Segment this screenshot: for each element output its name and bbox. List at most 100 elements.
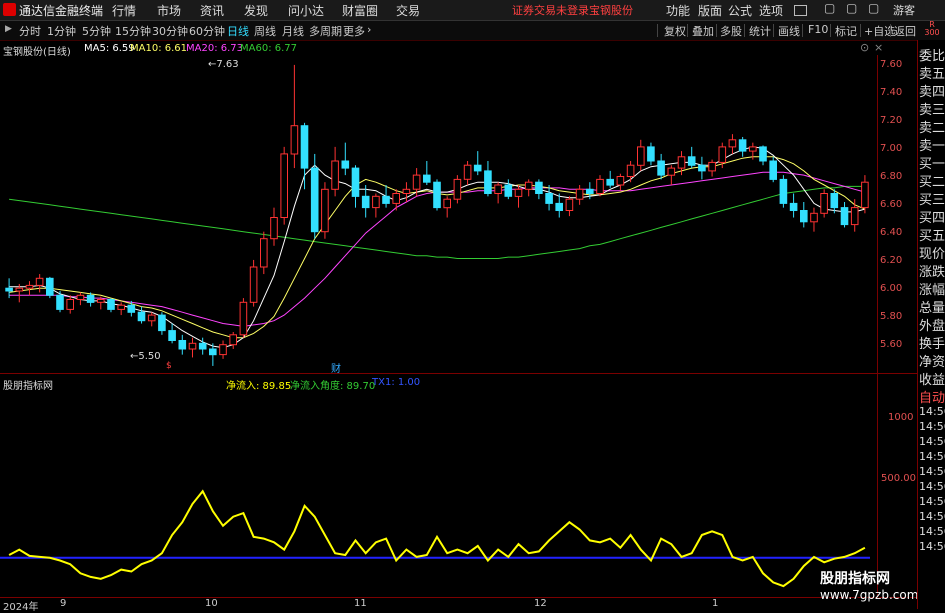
period-more[interactable]: 更多 — [343, 23, 365, 39]
candle[interactable] — [494, 182, 502, 204]
period-60min[interactable]: 60分钟 — [189, 23, 225, 39]
candle[interactable] — [861, 175, 869, 214]
menu-hangqing[interactable]: 行情 — [112, 2, 136, 19]
candle[interactable] — [606, 170, 615, 188]
candle[interactable] — [310, 153, 319, 239]
menu-wenxiaoda[interactable]: 问小达 — [288, 2, 324, 19]
candle[interactable] — [728, 134, 737, 154]
candle[interactable] — [504, 179, 513, 200]
candle[interactable] — [402, 182, 411, 202]
candle[interactable] — [249, 259, 258, 307]
candle[interactable] — [290, 64, 299, 169]
candle[interactable] — [76, 292, 85, 306]
tool-duogu[interactable]: 多股 — [720, 23, 742, 39]
candle[interactable] — [463, 161, 472, 186]
period-daily[interactable]: 日线 — [227, 23, 249, 39]
dividend-marker[interactable]: $ — [166, 361, 172, 371]
period-1min[interactable]: 1分钟 — [47, 23, 76, 39]
candle[interactable] — [626, 161, 635, 183]
menu-gongshi[interactable]: 公式 — [728, 2, 752, 19]
menu-gongneng[interactable]: 功能 — [666, 2, 690, 19]
candle[interactable] — [25, 281, 34, 296]
candle[interactable] — [423, 161, 431, 186]
price-chart[interactable] — [0, 55, 878, 373]
candle[interactable] — [616, 173, 625, 191]
candle[interactable] — [820, 189, 828, 218]
candle[interactable] — [260, 231, 268, 275]
candle[interactable] — [565, 196, 574, 217]
candle[interactable] — [453, 175, 462, 204]
candle[interactable] — [137, 306, 146, 324]
candle[interactable] — [759, 145, 767, 166]
tool-biaoji[interactable]: 标记 — [835, 23, 857, 39]
candle[interactable] — [779, 175, 788, 208]
candle[interactable] — [514, 185, 523, 208]
candle[interactable] — [147, 312, 156, 327]
candle[interactable] — [239, 298, 248, 338]
candle[interactable] — [280, 146, 288, 225]
menu-jiaoyi[interactable]: 交易 — [396, 2, 420, 19]
tool-fuquan[interactable]: 复权 — [664, 23, 686, 39]
candle[interactable] — [66, 295, 75, 314]
menu-zixun[interactable]: 资讯 — [200, 2, 224, 19]
period-5min[interactable]: 5分钟 — [82, 23, 111, 39]
candle[interactable] — [850, 199, 859, 232]
tool-back[interactable]: 返回 — [894, 23, 916, 39]
restore-icon[interactable]: ▢ — [846, 1, 857, 15]
candle[interactable] — [473, 151, 482, 176]
candle[interactable] — [219, 340, 227, 359]
candle[interactable] — [188, 337, 197, 358]
candle[interactable] — [433, 179, 441, 211]
indicator-chart[interactable] — [0, 389, 878, 597]
auto-button[interactable]: 自动 — [919, 387, 945, 406]
tool-tongji[interactable]: 统计 — [749, 23, 771, 39]
candle[interactable] — [840, 201, 849, 228]
close-icon[interactable]: ▢ — [868, 1, 879, 15]
candle[interactable] — [117, 302, 126, 316]
period-30min[interactable]: 30分钟 — [152, 23, 188, 39]
candle[interactable] — [351, 165, 360, 208]
candle[interactable] — [229, 332, 237, 349]
candle[interactable] — [392, 189, 400, 211]
period-weekly[interactable]: 周线 — [254, 23, 276, 39]
period-monthly[interactable]: 月线 — [282, 23, 304, 39]
candle[interactable] — [158, 312, 166, 335]
candle[interactable] — [698, 156, 706, 180]
message-icon[interactable] — [794, 5, 807, 16]
candle[interactable] — [708, 159, 716, 177]
candle[interactable] — [657, 153, 665, 180]
tool-f10[interactable]: F10 — [808, 23, 828, 36]
tool-diejia[interactable]: 叠加 — [692, 23, 714, 39]
candle[interactable] — [575, 185, 584, 205]
candle[interactable] — [637, 139, 645, 171]
play-icon[interactable]: ▶ — [5, 24, 12, 34]
candle[interactable] — [341, 142, 350, 176]
candle[interactable] — [800, 201, 808, 228]
menu-banmian[interactable]: 版面 — [698, 2, 722, 19]
candle[interactable] — [270, 207, 278, 246]
candle[interactable] — [535, 179, 543, 200]
minimize-icon[interactable]: ▢ — [824, 1, 835, 15]
tool-huaxian[interactable]: 画线 — [778, 23, 800, 39]
candle[interactable] — [647, 142, 655, 166]
candle[interactable] — [178, 334, 187, 355]
candle[interactable] — [331, 146, 339, 197]
candle[interactable] — [382, 185, 390, 208]
candle[interactable] — [789, 193, 798, 218]
candle[interactable] — [300, 122, 309, 190]
candle[interactable] — [667, 165, 676, 186]
candle[interactable] — [484, 161, 492, 197]
candle[interactable] — [769, 156, 778, 183]
chart-close-icon[interactable]: × — [874, 41, 883, 54]
candle[interactable] — [810, 207, 818, 232]
candle[interactable] — [107, 298, 115, 313]
menu-caifuquan[interactable]: 财富圈 — [342, 2, 378, 19]
candle[interactable] — [443, 196, 451, 218]
candle[interactable] — [35, 274, 44, 293]
chart-settings-icon[interactable]: ⊙ — [860, 41, 869, 54]
login-notice[interactable]: 证券交易未登录 — [512, 2, 589, 18]
candle[interactable] — [46, 276, 54, 299]
menu-shichang[interactable]: 市场 — [157, 2, 181, 19]
period-multi[interactable]: 多周期 — [309, 23, 342, 39]
menu-xuanxiang[interactable]: 选项 — [759, 2, 783, 19]
